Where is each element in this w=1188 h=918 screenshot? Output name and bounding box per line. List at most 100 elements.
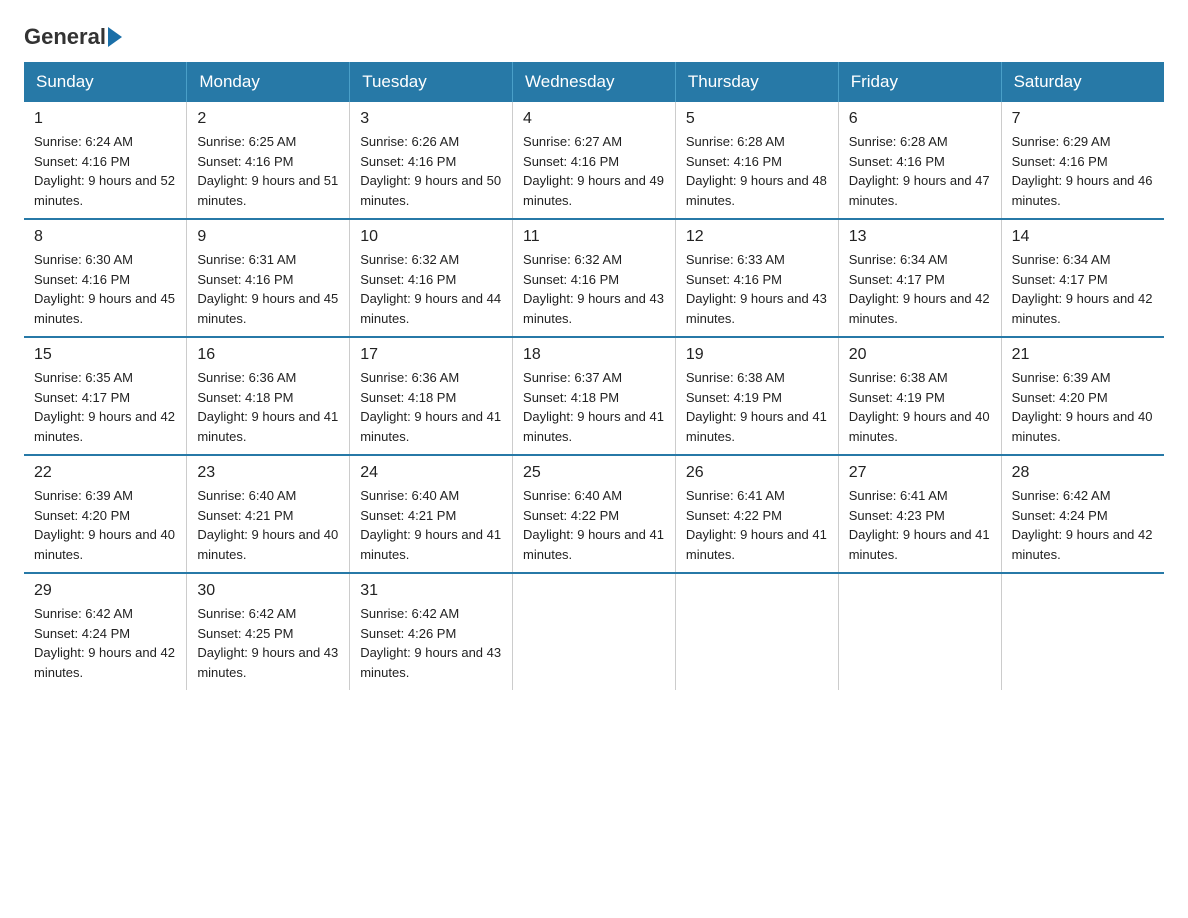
calendar-cell: 23 Sunrise: 6:40 AMSunset: 4:21 PMDayligh… — [187, 455, 350, 573]
day-info: Sunrise: 6:39 AMSunset: 4:20 PMDaylight:… — [34, 488, 175, 562]
calendar-cell: 17 Sunrise: 6:36 AMSunset: 4:18 PMDayligh… — [350, 337, 513, 455]
calendar-cell: 15 Sunrise: 6:35 AMSunset: 4:17 PMDayligh… — [24, 337, 187, 455]
calendar-cell: 5 Sunrise: 6:28 AMSunset: 4:16 PMDaylight… — [675, 102, 838, 219]
day-number: 15 — [34, 346, 176, 364]
day-info: Sunrise: 6:28 AMSunset: 4:16 PMDaylight:… — [849, 134, 990, 208]
calendar-cell: 19 Sunrise: 6:38 AMSunset: 4:19 PMDayligh… — [675, 337, 838, 455]
day-number: 14 — [1012, 228, 1154, 246]
day-info: Sunrise: 6:33 AMSunset: 4:16 PMDaylight:… — [686, 252, 827, 326]
day-info: Sunrise: 6:36 AMSunset: 4:18 PMDaylight:… — [197, 370, 338, 444]
day-info: Sunrise: 6:30 AMSunset: 4:16 PMDaylight:… — [34, 252, 175, 326]
calendar-cell: 12 Sunrise: 6:33 AMSunset: 4:16 PMDayligh… — [675, 219, 838, 337]
calendar-cell: 27Sunrise: 6:41 AMSunset: 4:23 PMDayligh… — [838, 455, 1001, 573]
day-info: Sunrise: 6:40 AMSunset: 4:21 PMDaylight:… — [360, 488, 501, 562]
day-number: 16 — [197, 346, 339, 364]
day-info: Sunrise: 6:26 AMSunset: 4:16 PMDaylight:… — [360, 134, 501, 208]
day-number: 19 — [686, 346, 828, 364]
calendar-cell: 2Sunrise: 6:25 AMSunset: 4:16 PMDaylight… — [187, 102, 350, 219]
day-info: Sunrise: 6:32 AMSunset: 4:16 PMDaylight:… — [523, 252, 664, 326]
calendar-cell: 26Sunrise: 6:41 AMSunset: 4:22 PMDayligh… — [675, 455, 838, 573]
calendar-cell: 25 Sunrise: 6:40 AMSunset: 4:22 PMDayligh… — [513, 455, 676, 573]
calendar-cell: 6Sunrise: 6:28 AMSunset: 4:16 PMDaylight… — [838, 102, 1001, 219]
day-info: Sunrise: 6:31 AMSunset: 4:16 PMDaylight:… — [197, 252, 338, 326]
day-number: 12 — [686, 228, 828, 246]
day-number: 4 — [523, 110, 665, 128]
day-info: Sunrise: 6:36 AMSunset: 4:18 PMDaylight:… — [360, 370, 501, 444]
column-header-thursday: Thursday — [675, 62, 838, 102]
calendar-cell: 9Sunrise: 6:31 AMSunset: 4:16 PMDaylight… — [187, 219, 350, 337]
calendar-cell: 1 Sunrise: 6:24 AMSunset: 4:16 PMDaylight… — [24, 102, 187, 219]
column-header-sunday: Sunday — [24, 62, 187, 102]
calendar-week-row: 1 Sunrise: 6:24 AMSunset: 4:16 PMDaylight… — [24, 102, 1164, 219]
day-number: 1 — [34, 110, 176, 128]
day-number: 11 — [523, 228, 665, 246]
calendar-cell: 8 Sunrise: 6:30 AMSunset: 4:16 PMDaylight… — [24, 219, 187, 337]
day-number: 22 — [34, 464, 176, 482]
day-number: 17 — [360, 346, 502, 364]
day-number: 28 — [1012, 464, 1154, 482]
calendar-week-row: 15 Sunrise: 6:35 AMSunset: 4:17 PMDayligh… — [24, 337, 1164, 455]
calendar-header-row: SundayMondayTuesdayWednesdayThursdayFrid… — [24, 62, 1164, 102]
day-info: Sunrise: 6:40 AMSunset: 4:22 PMDaylight:… — [523, 488, 664, 562]
day-number: 21 — [1012, 346, 1154, 364]
calendar-cell: 31Sunrise: 6:42 AMSunset: 4:26 PMDayligh… — [350, 573, 513, 690]
day-number: 29 — [34, 582, 176, 600]
calendar-cell: 18 Sunrise: 6:37 AMSunset: 4:18 PMDayligh… — [513, 337, 676, 455]
day-info: Sunrise: 6:25 AMSunset: 4:16 PMDaylight:… — [197, 134, 338, 208]
calendar-cell: 28Sunrise: 6:42 AMSunset: 4:24 PMDayligh… — [1001, 455, 1164, 573]
calendar-week-row: 29 Sunrise: 6:42 AMSunset: 4:24 PMDayligh… — [24, 573, 1164, 690]
day-info: Sunrise: 6:42 AMSunset: 4:24 PMDaylight:… — [34, 606, 175, 680]
day-number: 24 — [360, 464, 502, 482]
day-info: Sunrise: 6:40 AMSunset: 4:21 PMDaylight:… — [197, 488, 338, 562]
day-number: 3 — [360, 110, 502, 128]
calendar-cell: 4Sunrise: 6:27 AMSunset: 4:16 PMDaylight… — [513, 102, 676, 219]
day-number: 20 — [849, 346, 991, 364]
column-header-monday: Monday — [187, 62, 350, 102]
day-number: 10 — [360, 228, 502, 246]
column-header-saturday: Saturday — [1001, 62, 1164, 102]
calendar-cell: 14 Sunrise: 6:34 AMSunset: 4:17 PMDayligh… — [1001, 219, 1164, 337]
calendar-cell: 24 Sunrise: 6:40 AMSunset: 4:21 PMDayligh… — [350, 455, 513, 573]
day-number: 18 — [523, 346, 665, 364]
calendar-cell — [513, 573, 676, 690]
day-number: 27 — [849, 464, 991, 482]
day-info: Sunrise: 6:38 AMSunset: 4:19 PMDaylight:… — [849, 370, 990, 444]
day-info: Sunrise: 6:37 AMSunset: 4:18 PMDaylight:… — [523, 370, 664, 444]
day-number: 25 — [523, 464, 665, 482]
day-info: Sunrise: 6:29 AMSunset: 4:16 PMDaylight:… — [1012, 134, 1153, 208]
calendar-cell: 10Sunrise: 6:32 AMSunset: 4:16 PMDayligh… — [350, 219, 513, 337]
day-info: Sunrise: 6:28 AMSunset: 4:16 PMDaylight:… — [686, 134, 827, 208]
calendar-cell — [675, 573, 838, 690]
calendar-week-row: 8 Sunrise: 6:30 AMSunset: 4:16 PMDaylight… — [24, 219, 1164, 337]
calendar-cell: 20 Sunrise: 6:38 AMSunset: 4:19 PMDayligh… — [838, 337, 1001, 455]
day-info: Sunrise: 6:38 AMSunset: 4:19 PMDaylight:… — [686, 370, 827, 444]
day-info: Sunrise: 6:35 AMSunset: 4:17 PMDaylight:… — [34, 370, 175, 444]
day-number: 23 — [197, 464, 339, 482]
day-number: 30 — [197, 582, 339, 600]
calendar-cell: 22 Sunrise: 6:39 AMSunset: 4:20 PMDayligh… — [24, 455, 187, 573]
calendar-cell — [838, 573, 1001, 690]
day-number: 5 — [686, 110, 828, 128]
logo-general-text: General — [24, 24, 106, 50]
day-info: Sunrise: 6:42 AMSunset: 4:25 PMDaylight:… — [197, 606, 338, 680]
calendar-cell: 21Sunrise: 6:39 AMSunset: 4:20 PMDayligh… — [1001, 337, 1164, 455]
calendar-cell: 11 Sunrise: 6:32 AMSunset: 4:16 PMDayligh… — [513, 219, 676, 337]
calendar-cell — [1001, 573, 1164, 690]
day-number: 26 — [686, 464, 828, 482]
day-number: 8 — [34, 228, 176, 246]
logo: General — [24, 24, 124, 42]
calendar-cell: 7Sunrise: 6:29 AMSunset: 4:16 PMDaylight… — [1001, 102, 1164, 219]
column-header-wednesday: Wednesday — [513, 62, 676, 102]
calendar-cell: 13Sunrise: 6:34 AMSunset: 4:17 PMDayligh… — [838, 219, 1001, 337]
day-info: Sunrise: 6:24 AMSunset: 4:16 PMDaylight:… — [34, 134, 175, 208]
page-header: General — [24, 24, 1164, 42]
calendar-week-row: 22 Sunrise: 6:39 AMSunset: 4:20 PMDayligh… — [24, 455, 1164, 573]
calendar-cell: 30 Sunrise: 6:42 AMSunset: 4:25 PMDayligh… — [187, 573, 350, 690]
day-info: Sunrise: 6:34 AMSunset: 4:17 PMDaylight:… — [1012, 252, 1153, 326]
calendar-cell: 16 Sunrise: 6:36 AMSunset: 4:18 PMDayligh… — [187, 337, 350, 455]
day-number: 13 — [849, 228, 991, 246]
calendar-table: SundayMondayTuesdayWednesdayThursdayFrid… — [24, 62, 1164, 690]
logo-triangle-icon — [108, 27, 122, 47]
column-header-tuesday: Tuesday — [350, 62, 513, 102]
calendar-cell: 3 Sunrise: 6:26 AMSunset: 4:16 PMDaylight… — [350, 102, 513, 219]
